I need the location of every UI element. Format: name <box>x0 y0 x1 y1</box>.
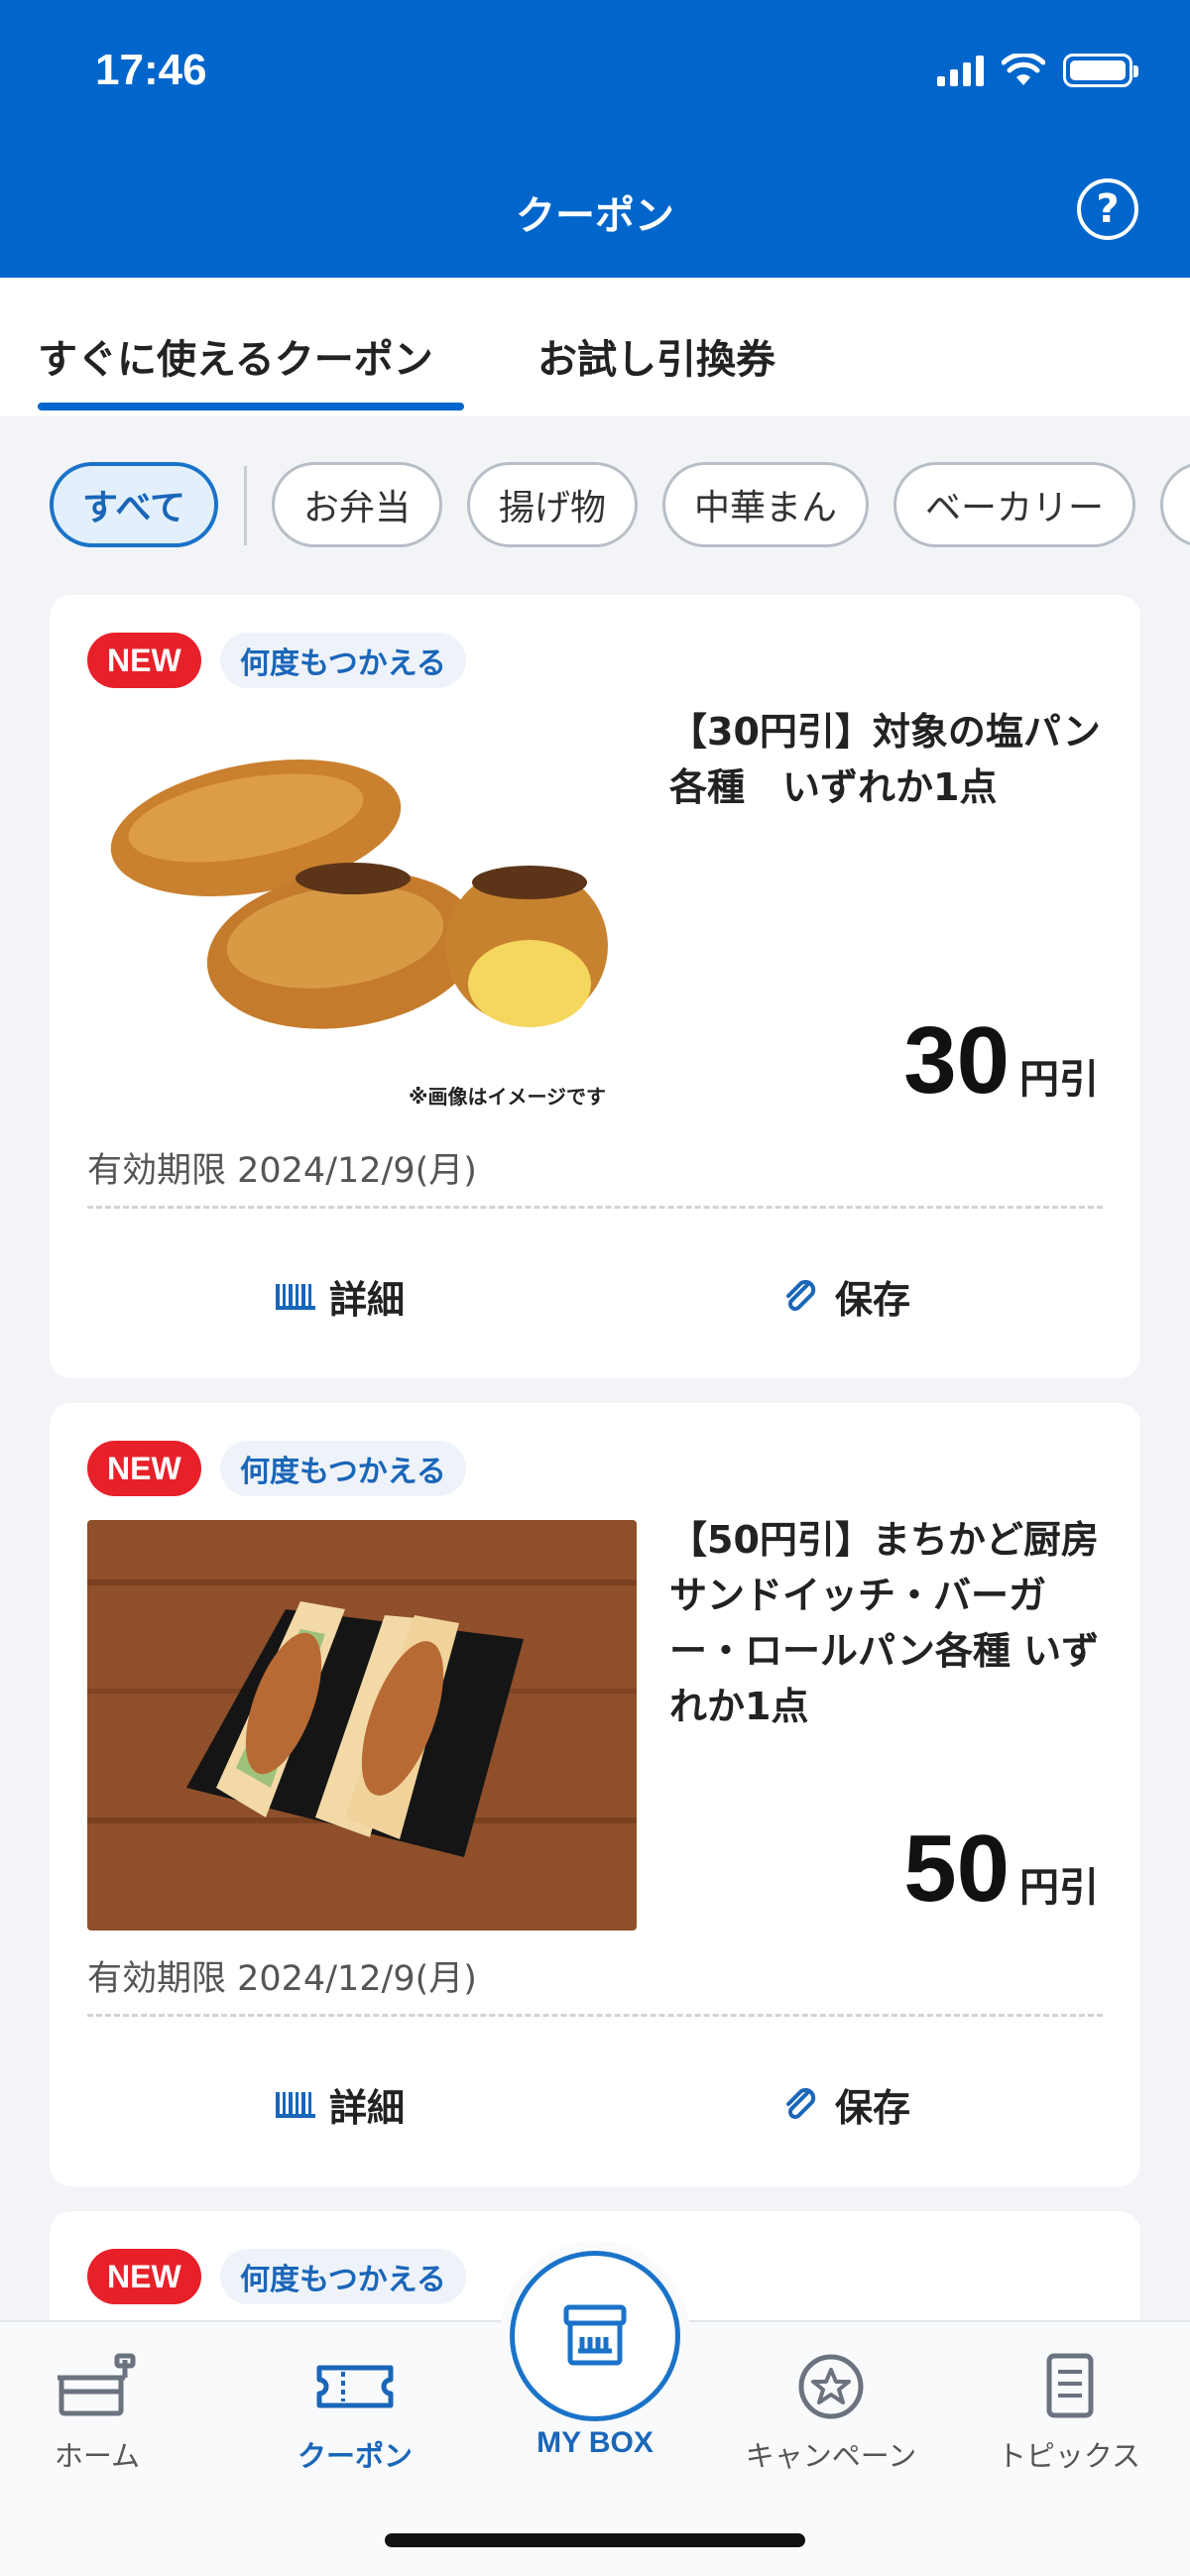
tab-bar: すぐに使えるクーポン お試し引換券 <box>0 278 1190 416</box>
detail-button[interactable]: 詳細 <box>276 2077 405 2132</box>
reusable-badge: 何度もつかえる <box>220 2249 466 2304</box>
box-icon <box>563 2304 627 2366</box>
save-button[interactable]: 保存 <box>781 1269 910 1324</box>
tab-active-indicator <box>38 403 464 410</box>
status-time: 17:46 <box>95 46 207 94</box>
salt-bread-image <box>87 724 637 1111</box>
barcode-icon <box>276 1283 315 1310</box>
ticket-icon <box>316 2365 394 2408</box>
status-icons <box>937 54 1138 87</box>
chip-more[interactable] <box>1160 462 1190 547</box>
document-icon <box>1046 2353 1094 2418</box>
save-label: 保存 <box>835 2086 911 2130</box>
expiry-date: 有効期限 2024/12/9(月) <box>87 1151 477 1191</box>
coupon-card[interactable]: NEW 何度もつかえる ※画像はイメージです 【30円引】対象の塩パン各種 いず… <box>50 595 1140 1378</box>
chip-chuka-man[interactable]: 中華まん <box>662 462 869 547</box>
discount-unit: 円引 <box>1019 1057 1099 1103</box>
chip-divider <box>244 466 247 545</box>
nav-home-label: ホーム <box>54 2439 141 2473</box>
detail-button[interactable]: 詳細 <box>276 1269 405 1324</box>
save-button[interactable]: 保存 <box>781 2077 910 2132</box>
chip-all[interactable]: すべて <box>50 462 218 547</box>
tab-available-coupons[interactable]: すぐに使えるクーポン <box>38 327 433 385</box>
nav-coupon-label: クーポン <box>297 2439 413 2473</box>
tab-trial-vouchers[interactable]: お試し引換券 <box>537 327 775 385</box>
save-label: 保存 <box>835 1278 911 1322</box>
mybox-button[interactable] <box>510 2251 680 2421</box>
discount-unit: 円引 <box>1019 1865 1099 1911</box>
detail-label: 詳細 <box>329 2086 406 2130</box>
coupon-card[interactable]: NEW 何度もつかえる 【50円引】まちかど厨房 サンドイッチ・バーガー・ロール… <box>50 1403 1140 2186</box>
nav-campaign-label: キャンペーン <box>745 2439 917 2473</box>
coupon-title: 【50円引】まちかど厨房 サンドイッチ・バーガー・ロールパン各種 いずれか1点 <box>669 1518 1100 1728</box>
signal-icon <box>937 55 984 86</box>
nav-topics-label: トピックス <box>997 2439 1141 2473</box>
sandwich-image <box>87 1520 637 1931</box>
coupon-image <box>87 1520 637 1931</box>
discount-amount: 30 円引 <box>903 1006 1099 1115</box>
new-badge: NEW <box>87 2249 201 2304</box>
discount-value: 30 <box>903 1007 1010 1113</box>
chip-fried[interactable]: 揚げ物 <box>467 462 638 547</box>
coupon-image <box>87 724 637 1111</box>
page-title: クーポン <box>516 193 674 239</box>
store-icon <box>58 2353 136 2416</box>
chip-bakery[interactable]: ベーカリー <box>893 462 1135 547</box>
app-header: 17:46 クーポン ? <box>0 0 1190 278</box>
nav-topics[interactable]: トピックス <box>970 2352 1168 2475</box>
detail-label: 詳細 <box>329 1278 406 1322</box>
help-icon[interactable]: ? <box>1077 178 1138 240</box>
barcode-icon <box>276 2091 315 2118</box>
image-caption: ※画像はイメージです <box>409 1085 607 1109</box>
dashed-divider <box>87 1206 1103 1209</box>
dashed-divider <box>87 2014 1103 2017</box>
reusable-badge: 何度もつかえる <box>220 633 466 688</box>
mybox-label: MY BOX <box>536 2426 654 2459</box>
paperclip-icon <box>786 1279 816 1311</box>
wifi-icon <box>1002 54 1045 85</box>
home-indicator <box>385 2533 805 2547</box>
paperclip-icon <box>786 2087 816 2119</box>
reusable-badge: 何度もつかえる <box>220 1441 466 1496</box>
star-badge-icon <box>798 2354 864 2419</box>
expiry-date: 有効期限 2024/12/9(月) <box>87 1959 477 1999</box>
nav-home[interactable]: ホーム <box>0 2352 196 2475</box>
new-badge: NEW <box>87 633 201 688</box>
chip-bento[interactable]: お弁当 <box>272 462 442 547</box>
discount-amount: 50 円引 <box>903 1815 1099 1924</box>
coupon-title: 【30円引】対象の塩パン各種 いずれか1点 <box>669 710 1101 809</box>
new-badge: NEW <box>87 1441 201 1496</box>
category-chips: すべて お弁当 揚げ物 中華まん ベーカリー <box>0 416 1190 595</box>
nav-campaign[interactable]: キャンペーン <box>732 2352 930 2475</box>
discount-value: 50 <box>903 1815 1010 1922</box>
nav-coupon[interactable]: クーポン <box>256 2352 454 2475</box>
battery-icon <box>1063 54 1138 87</box>
